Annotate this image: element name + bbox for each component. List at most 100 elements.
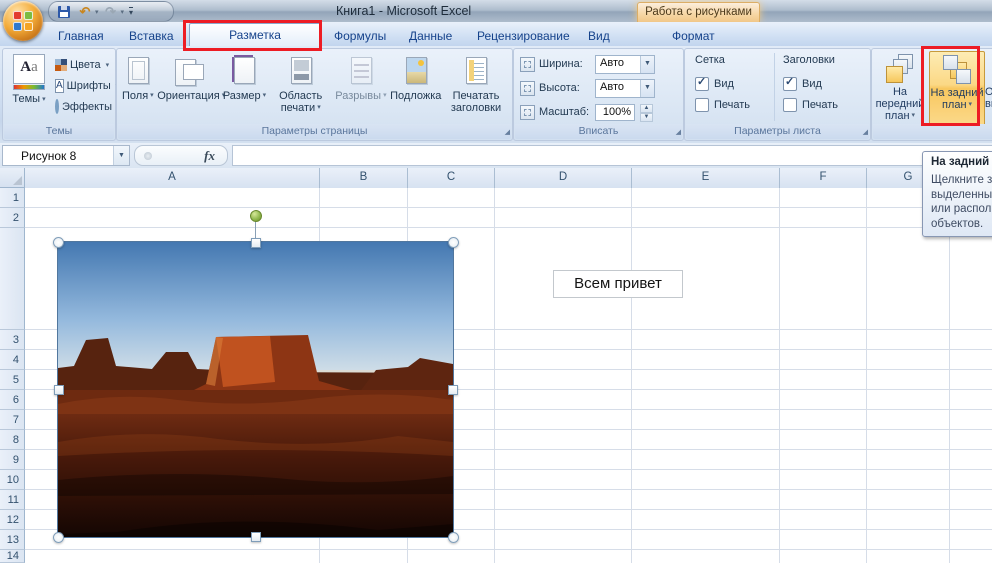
ribbon-tab-strip: Главная Вставка Разметка страницы Формул… [0,22,992,46]
row-header-6[interactable]: 6 [0,390,25,410]
dropdown-arrow-icon[interactable]: ▼ [640,80,654,97]
function-dot-icon [144,152,152,160]
name-box[interactable]: Рисунок 8 ▼ [2,145,130,166]
dialog-launcher-icon[interactable]: ◢ [863,128,868,137]
tab-review[interactable]: Рецензирование [465,26,582,46]
checkbox-icon[interactable] [783,77,797,91]
row-header-12[interactable]: 12 [0,510,25,530]
dropdown-arrow-icon: ▾ [317,104,321,111]
size-icon [231,56,257,86]
tooltip-line: Щелкните зд [931,173,992,188]
save-button[interactable] [55,4,73,20]
theme-fonts-button[interactable]: AШрифты▾ [55,75,113,96]
print-area-button[interactable]: Область печати▾ [270,51,332,124]
gridlines-print-option[interactable]: Печать [695,94,773,115]
tab-format[interactable]: Формат [660,26,727,46]
cell-text-box[interactable]: Всем привет [553,270,683,298]
orientation-button[interactable]: Ориентация▾ [157,51,219,124]
dropdown-arrow-icon: ▾ [106,61,110,69]
tab-home[interactable]: Главная [46,26,116,46]
row-header-1[interactable]: 1 [0,188,25,208]
breaks-button[interactable]: Разрывы▾ [335,51,386,124]
tab-insert[interactable]: Вставка [117,26,186,46]
background-button[interactable]: Подложка [390,51,441,124]
name-box-dropdown-icon[interactable]: ▼ [113,146,129,165]
theme-effects-label: Эффекты [62,101,112,113]
row-header-10[interactable]: 10 [0,470,25,490]
resize-handle-top-left[interactable] [53,237,64,248]
resize-handle-top-center[interactable] [251,238,261,248]
column-header-C[interactable]: C [408,168,495,188]
height-combobox[interactable]: Авто▼ [595,79,655,98]
group-label-arrange [873,124,992,139]
undo-button[interactable]: ↶ [76,4,94,20]
margins-button[interactable]: Поля▾ [122,51,154,124]
column-header-A[interactable]: A [25,168,320,188]
gridline [631,188,632,563]
row-header-blank[interactable] [0,228,25,330]
dialog-launcher-icon[interactable]: ◢ [505,128,510,137]
row-header-11[interactable]: 11 [0,490,25,510]
tab-data[interactable]: Данные [397,26,464,46]
undo-dropdown-icon[interactable]: ▾ [95,8,99,16]
resize-handle-bottom-left[interactable] [53,532,64,543]
scale-icon [520,105,535,120]
redo-button[interactable]: ↷ [102,4,120,20]
rotation-handle[interactable] [250,210,262,222]
select-all-corner[interactable] [0,168,25,188]
theme-colors-button[interactable]: Цвета▾ [55,54,113,75]
row-header-4[interactable]: 4 [0,350,25,370]
row-header-7[interactable]: 7 [0,410,25,430]
tab-formulas[interactable]: Формулы [322,26,398,46]
selection-pane-button[interactable]: Область выделения [985,51,992,124]
formula-input[interactable] [232,145,992,166]
spin-down-icon[interactable]: ▼ [640,113,653,122]
save-icon [58,6,70,18]
row-header-14[interactable]: 14 [0,550,25,563]
column-header-D[interactable]: D [495,168,632,188]
insert-function-button[interactable]: fx [134,145,228,166]
gridlines-view-option[interactable]: Вид [695,73,773,94]
row-header-13[interactable]: 13 [0,530,25,550]
print-titles-button[interactable]: Печатать заголовки [445,51,507,124]
tab-view[interactable]: Вид [576,26,622,46]
theme-colors-icon [55,59,67,71]
column-header-B[interactable]: B [320,168,408,188]
bring-to-front-button[interactable]: На передний план▾ [873,51,927,124]
resize-handle-middle-right[interactable] [448,385,458,395]
ribbon: Aa Темы▾ Цвета▾ AШрифты▾ Эффекты▾ Темы П… [0,46,992,144]
dropdown-arrow-icon[interactable]: ▼ [640,56,654,73]
row-header-8[interactable]: 8 [0,430,25,450]
dialog-launcher-icon[interactable]: ◢ [676,128,681,137]
group-page-setup: Поля▾ Ориентация▾ Размер▾ Область печати… [116,48,513,141]
row-header-3[interactable]: 3 [0,330,25,350]
scale-spinbox[interactable]: 100% [595,104,635,121]
inserted-picture[interactable] [58,242,453,537]
spin-up-icon[interactable]: ▲ [640,104,653,113]
headings-section: Заголовки Вид Печать [783,54,861,115]
column-header-E[interactable]: E [632,168,780,188]
row-header-5[interactable]: 5 [0,370,25,390]
background-icon [403,56,429,86]
checkbox-icon[interactable] [695,98,709,112]
resize-handle-middle-left[interactable] [54,385,64,395]
row-header-9[interactable]: 9 [0,450,25,470]
office-button[interactable] [3,1,43,41]
headings-print-option[interactable]: Печать [783,94,861,115]
themes-button[interactable]: Aa Темы▾ [7,52,51,123]
resize-handle-bottom-right[interactable] [448,532,459,543]
column-header-F[interactable]: F [780,168,867,188]
headings-view-option[interactable]: Вид [783,73,861,94]
checkbox-icon[interactable] [695,77,709,91]
resize-handle-bottom-center[interactable] [251,532,261,542]
checkbox-icon[interactable] [783,98,797,112]
resize-handle-top-right[interactable] [448,237,459,248]
scale-spinner[interactable]: ▲▼ [640,104,653,121]
size-button[interactable]: Размер▾ [223,51,266,124]
theme-effects-button[interactable]: Эффекты▾ [55,96,113,117]
gridline [25,227,992,228]
customize-qat-button[interactable]: ▾ [129,7,133,17]
row-header-2[interactable]: 2 [0,208,25,228]
redo-dropdown-icon[interactable]: ▾ [121,8,125,16]
width-combobox[interactable]: Авто▼ [595,55,655,74]
